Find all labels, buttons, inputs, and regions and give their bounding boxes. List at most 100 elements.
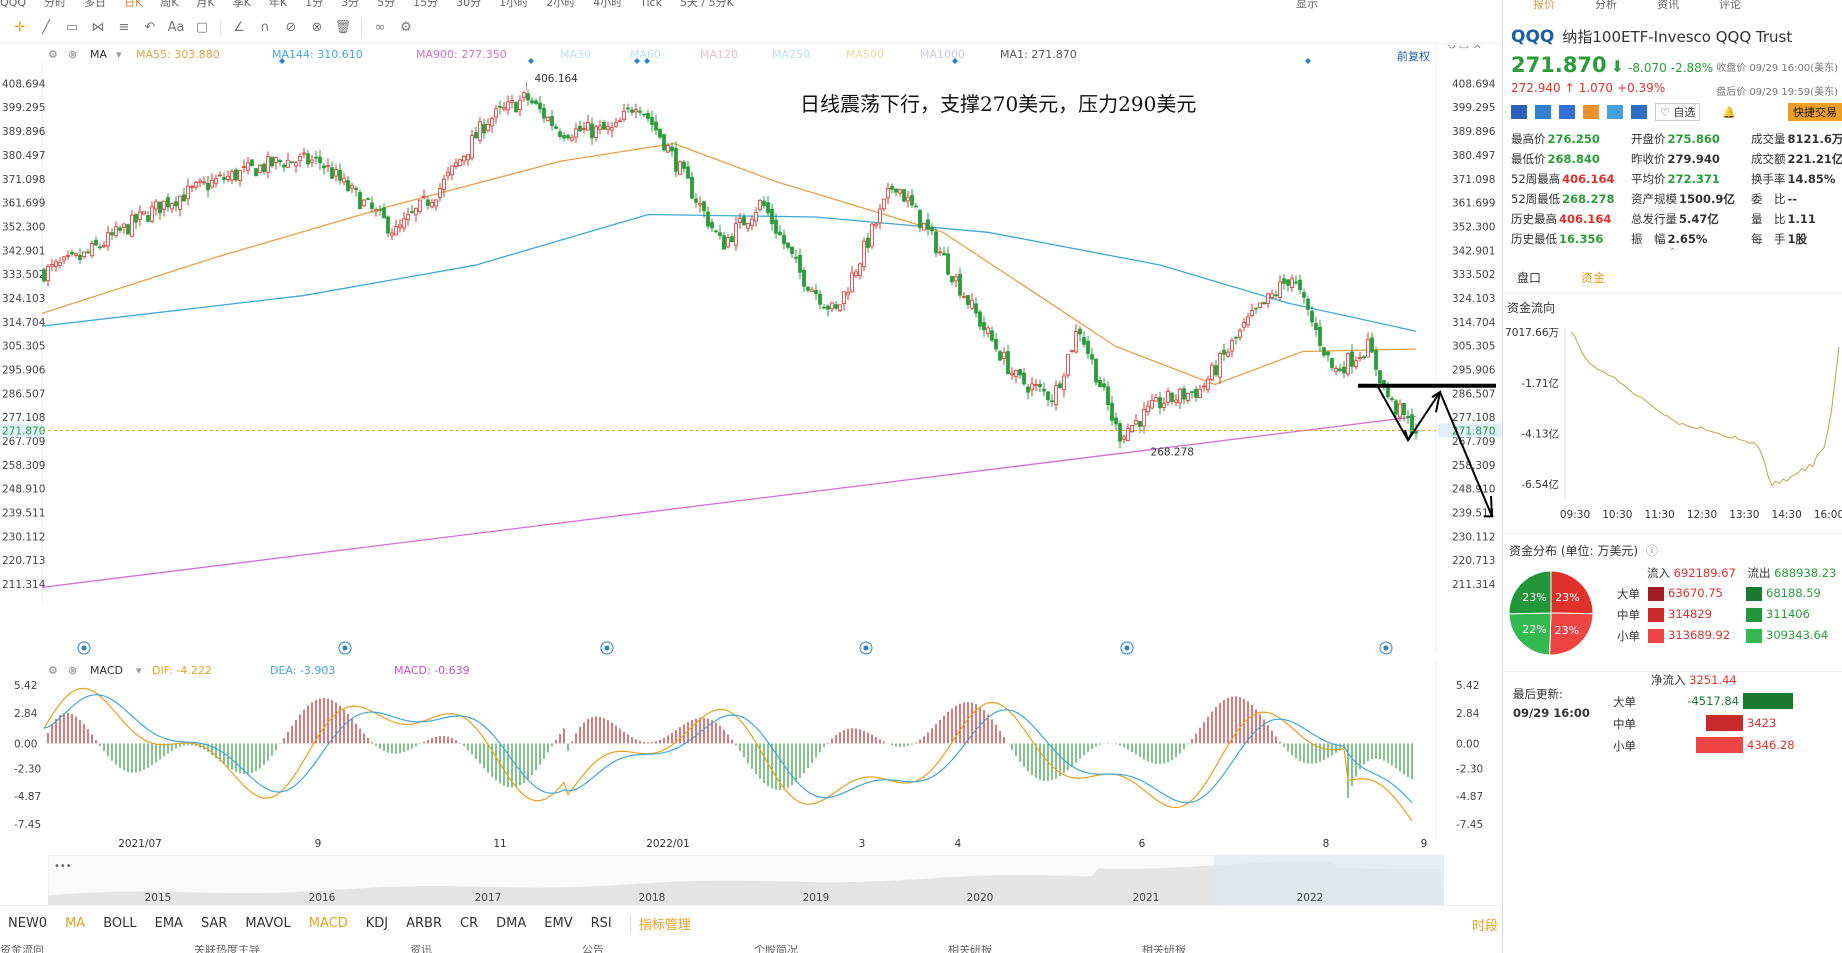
settings-icon[interactable]: ⚙ <box>48 48 58 61</box>
text-tool-icon[interactable]: Aa <box>164 16 188 40</box>
candle-body <box>958 273 962 296</box>
period-tab[interactable]: 1分 <box>305 0 323 9</box>
indicator-boll[interactable]: BOLL <box>103 916 136 931</box>
undo-icon[interactable]: ↶ <box>138 16 162 40</box>
indicator-rsi[interactable]: RSI <box>591 916 612 931</box>
display-menu[interactable]: 显示 <box>1296 0 1318 9</box>
indicator-new0[interactable]: NEW0 <box>8 916 47 931</box>
lock-icon[interactable]: ⊘ <box>279 16 303 40</box>
period-tab[interactable]: 日K <box>124 0 142 9</box>
macd-y-tick-right: -7.45 <box>1456 819 1483 831</box>
quote-tab[interactable]: 分析 <box>1595 0 1617 11</box>
trendline-tool-icon[interactable]: ╱ <box>34 16 58 40</box>
footer-tab[interactable]: 相关研报 <box>948 945 992 953</box>
period-tab[interactable]: Tick <box>640 0 662 9</box>
indicator-arbr[interactable]: ARBR <box>406 916 442 931</box>
settings-icon[interactable]: ⚙ <box>48 664 58 677</box>
footer-tab[interactable]: 相关研报 <box>1142 945 1186 953</box>
indicator-mavol[interactable]: MAVOL <box>245 916 290 931</box>
chevron-down-icon[interactable]: ▾ <box>116 48 122 61</box>
fuquan-toggle[interactable]: 前复权 <box>1397 48 1430 64</box>
collapse-chevron-icon[interactable]: ⌃ <box>1503 247 1842 258</box>
last-update-time: 09/29 16:00 <box>1513 706 1590 720</box>
link-icon[interactable]: ∞ <box>368 16 392 40</box>
add-watchlist-button[interactable]: ♡ 自选 <box>1655 103 1701 121</box>
indicator-kdj[interactable]: KDJ <box>366 916 388 931</box>
candle-body <box>1166 391 1170 403</box>
footer-tab[interactable]: 资金流向 <box>0 945 44 953</box>
indicator-ma[interactable]: MA <box>65 916 85 931</box>
ruler-icon[interactable]: ∠ <box>227 16 251 40</box>
period-tab[interactable]: 周K <box>160 0 178 9</box>
footer-tab[interactable]: 公告 <box>582 945 604 953</box>
hide-icon[interactable]: ⊗ <box>305 16 329 40</box>
flow-tab[interactable]: 盘口 <box>1517 269 1541 286</box>
period-tab[interactable]: 30分 <box>456 0 481 9</box>
footer-tab[interactable]: 关联热度主导 <box>194 945 260 953</box>
crosshair-icon[interactable]: ✛ <box>8 16 32 40</box>
overview-selection[interactable] <box>1214 855 1444 905</box>
period-tab[interactable]: 月K <box>196 0 214 9</box>
candle-body <box>1058 383 1062 388</box>
period-tab[interactable]: 2小时 <box>546 0 575 9</box>
close-icon[interactable]: ⊗ <box>68 664 77 677</box>
macd-chart[interactable]: 5.42 5.42 2.84 2.84 0.00 0.00 -2.30 -2.30 -4.87 -… <box>0 660 1502 840</box>
fibonacci-tool-icon[interactable]: ≡ <box>112 16 136 40</box>
rectangle-tool-icon[interactable]: ▭ <box>60 16 84 40</box>
footer-tab[interactable]: 个股简况 <box>754 945 798 953</box>
candle-body <box>1378 370 1382 384</box>
indicator-cr[interactable]: CR <box>460 916 478 931</box>
period-tab[interactable]: 分时 <box>44 0 66 9</box>
pattern-tool-icon[interactable]: ⋈ <box>86 16 110 40</box>
candlestick-chart[interactable]: 408.694 408.694 399.295 399.295 389.896 389.8… <box>0 45 1502 655</box>
candle-body <box>302 152 306 155</box>
period-tab[interactable]: QQQ <box>0 0 26 9</box>
help-icon[interactable]: ⓘ <box>1646 544 1658 558</box>
flow-tab[interactable]: 资金 <box>1581 269 1605 286</box>
indicator-emv[interactable]: EMV <box>544 916 572 931</box>
indicator-sar[interactable]: SAR <box>201 916 227 931</box>
magnet-icon[interactable]: ∩ <box>253 16 277 40</box>
candle-body <box>498 105 502 108</box>
stat-key: 52周最低 <box>1511 192 1561 206</box>
period-tab[interactable]: 1小时 <box>499 0 528 9</box>
settings-icon[interactable]: ⚙ <box>394 16 418 40</box>
comment-tool-icon[interactable]: ▢ <box>190 16 214 40</box>
candle-body <box>762 200 766 206</box>
flow-y-label: -1.71亿 <box>1521 377 1559 390</box>
indicator-macd[interactable]: MACD <box>309 916 348 931</box>
overview-navigator[interactable]: ••• 2015 2016 2017 2018 2019 2020 2021 2022 <box>48 855 1444 905</box>
period-tab[interactable]: 多日 <box>84 0 106 9</box>
stat-value: 406.164 <box>1559 212 1612 226</box>
period-tab[interactable]: 5分 <box>377 0 395 9</box>
period-tab[interactable]: 5天 / 5分K <box>680 0 734 9</box>
candle-body <box>270 156 274 167</box>
period-tab[interactable]: 4小时 <box>593 0 622 9</box>
candle-body <box>482 123 486 134</box>
bell-icon[interactable]: 🔔 <box>1722 106 1736 119</box>
quote-tab[interactable]: 评论 <box>1719 0 1741 11</box>
quote-tab[interactable]: 资讯 <box>1657 0 1679 11</box>
close-icon[interactable]: ⊗ <box>68 48 77 61</box>
period-tab[interactable]: 15分 <box>413 0 438 9</box>
indicator-dma[interactable]: DMA <box>496 916 526 931</box>
period-tab[interactable]: 3分 <box>341 0 359 9</box>
period-tab[interactable]: 年K <box>269 0 287 9</box>
inflow-value: 63670.75 <box>1668 586 1723 601</box>
timeshare-button[interactable]: 时段 <box>1472 915 1498 934</box>
trash-icon[interactable]: 🗑 <box>331 16 355 40</box>
quick-trade-button[interactable]: 快捷交易 <box>1788 103 1842 121</box>
indicator-manage-button[interactable]: 指标管理 <box>629 914 691 933</box>
net-inflow: 净流入 3251.44 <box>1651 672 1737 688</box>
capital-flow-chart[interactable]: 7017.66万 -1.71亿 -4.13亿 -6.54亿 09:30 10:30 11:3… <box>1503 316 1842 528</box>
period-tab[interactable]: 季K <box>233 0 251 9</box>
chevron-down-icon[interactable]: ▾ <box>136 664 142 677</box>
candle-body <box>334 169 338 177</box>
quote-tab[interactable]: 报价 <box>1533 0 1555 11</box>
inflow-swatch <box>1648 607 1664 622</box>
candle-body <box>914 205 918 208</box>
overview-menu-icon[interactable]: ••• <box>54 861 72 872</box>
candle-body <box>66 254 70 257</box>
indicator-ema[interactable]: EMA <box>155 916 183 931</box>
footer-tab[interactable]: 资讯 <box>410 945 432 953</box>
